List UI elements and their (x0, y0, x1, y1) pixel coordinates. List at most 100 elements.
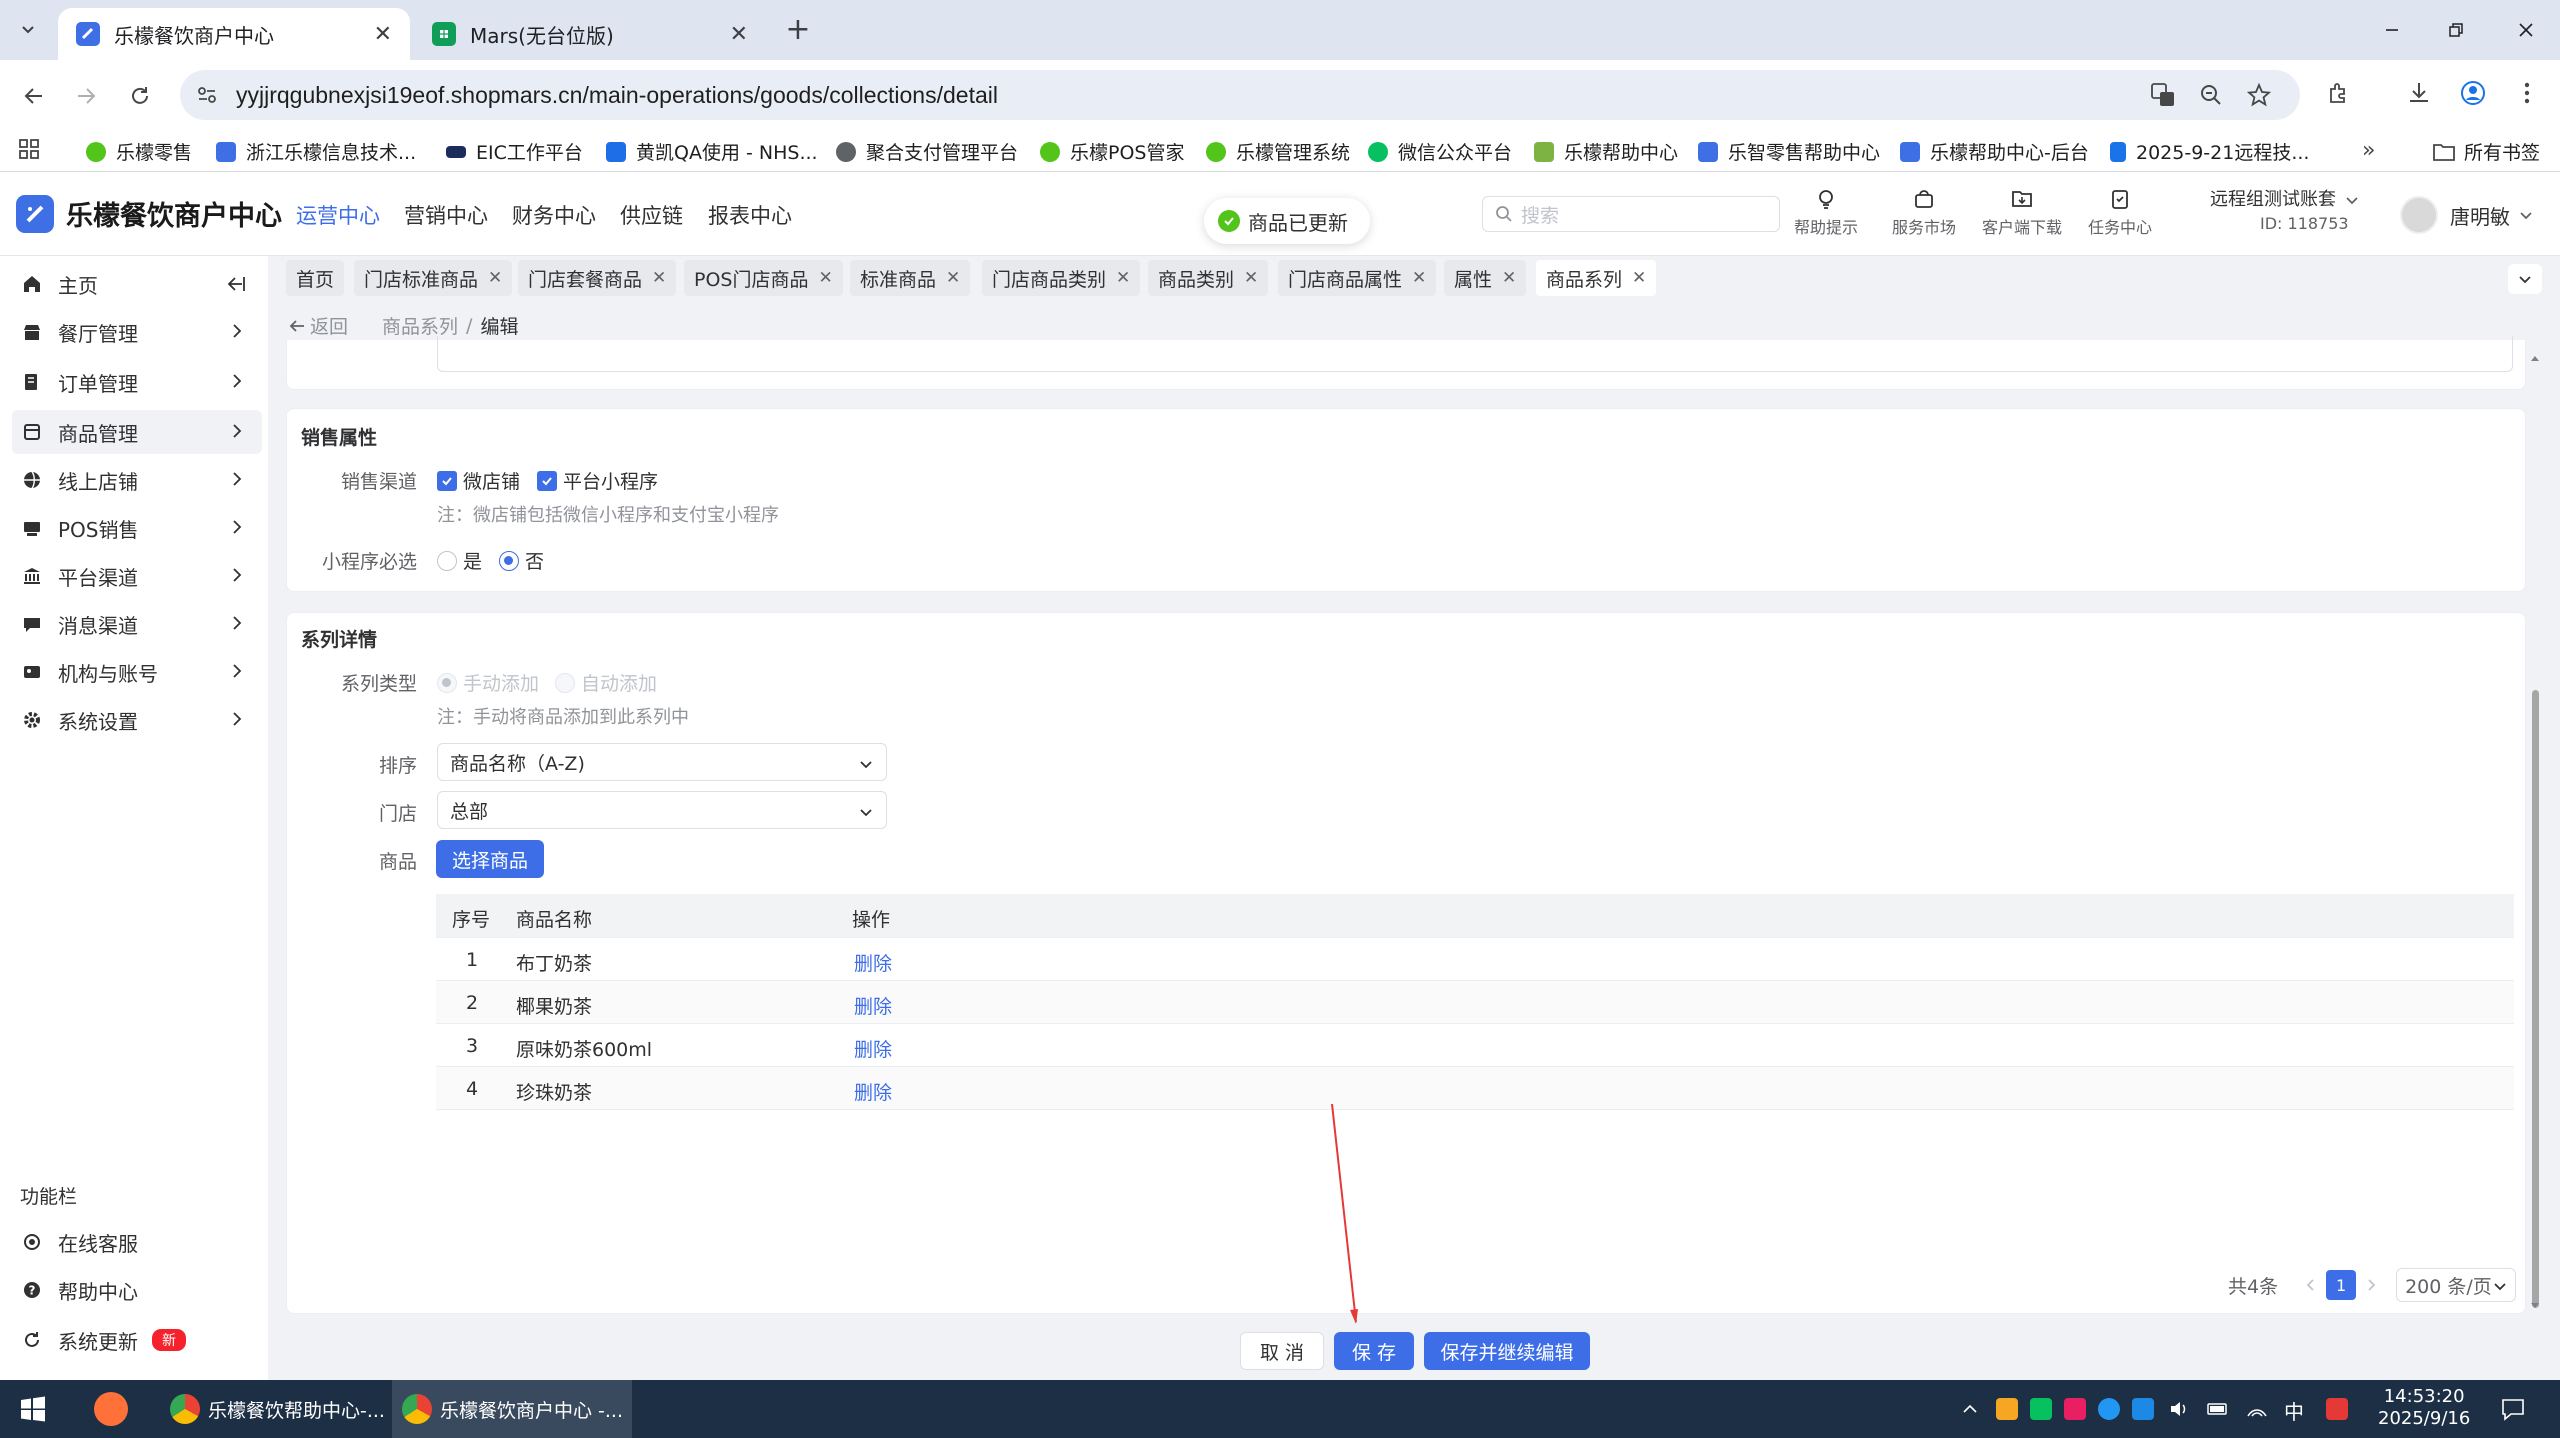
bookmark-item[interactable]: 微信公众平台 (1368, 138, 1512, 165)
windows-start-icon[interactable] (20, 1396, 46, 1422)
tab-standard-goods[interactable]: 标准商品 ✕ (850, 260, 971, 296)
sidebar-item-platform-channel[interactable]: 平台渠道 (12, 554, 262, 598)
sidebar-item-orders[interactable]: 订单管理 (12, 360, 262, 404)
all-bookmarks-folder[interactable]: 所有书签 (2432, 138, 2540, 165)
system-clock[interactable]: 14:53:20 2025/9/16 (2378, 1386, 2470, 1430)
channel-checkbox-miniprogram[interactable]: 平台小程序 (537, 467, 658, 494)
tab-store-standard-goods[interactable]: 门店标准商品 ✕ (354, 260, 513, 296)
close-icon[interactable]: ✕ (1412, 268, 1426, 288)
sidebar-item-settings[interactable]: 系统设置 (12, 698, 262, 742)
sidebar-item-online-store[interactable]: 线上店铺 (12, 458, 262, 502)
save-and-continue-button[interactable]: 保存并继续编辑 (1424, 1332, 1590, 1370)
next-page-button[interactable] (2356, 1270, 2386, 1300)
tab-attribute[interactable]: 属性 ✕ (1444, 260, 1527, 296)
more-bookmarks-icon[interactable]: » (2362, 138, 2375, 163)
sidebar-item-message-channel[interactable]: 消息渠道 (12, 602, 262, 646)
wifi-icon[interactable] (2246, 1398, 2268, 1420)
close-icon[interactable]: ✕ (1502, 268, 1516, 288)
save-button[interactable]: 保 存 (1334, 1332, 1414, 1370)
tray-app-icon[interactable] (1996, 1398, 2018, 1420)
close-tab-icon[interactable]: ✕ (374, 22, 392, 47)
zoom-icon[interactable] (2196, 80, 2226, 110)
bookmark-item[interactable]: 乐檬帮助中心-后台 (1900, 138, 2089, 165)
sogou-ime-icon[interactable] (2326, 1398, 2348, 1420)
page-number-button[interactable]: 1 (2326, 1270, 2357, 1300)
extensions-icon[interactable] (2324, 78, 2354, 108)
close-icon[interactable]: ✕ (488, 268, 502, 288)
bookmark-item[interactable]: 浙江乐檬信息技术... (216, 138, 416, 165)
firefox-icon[interactable] (94, 1392, 128, 1426)
address-bar[interactable]: yyjjrqgubnexjsi19eof.shopmars.cn/main-op… (180, 70, 2300, 120)
more-menu-icon[interactable] (2512, 78, 2542, 108)
user-menu[interactable]: 唐明敏 (2400, 196, 2534, 234)
taskbar-app-help-center[interactable]: 乐檬餐饮帮助中心-... (160, 1380, 388, 1438)
tab-goods-category[interactable]: 商品类别 ✕ (1148, 260, 1269, 296)
close-icon[interactable]: ✕ (1632, 268, 1646, 288)
scrollbar-thumb[interactable] (2532, 690, 2539, 1308)
prev-page-button[interactable] (2296, 1270, 2326, 1300)
bookmark-item[interactable]: 黄凯QA使用 - NHS... (606, 138, 818, 165)
tabs-more-button[interactable] (2508, 264, 2542, 294)
sidebar-item-help-center[interactable]: ? 帮助中心 (12, 1268, 262, 1312)
page-size-select[interactable]: 200 条/页 (2396, 1268, 2517, 1302)
taskbar-app-merchant-center[interactable]: 乐檬餐饮商户中心 -... (392, 1380, 632, 1438)
scroll-down-icon[interactable] (2530, 1302, 2540, 1310)
back-button[interactable] (14, 76, 54, 116)
browser-tab[interactable]: Mars(无台位版) ✕ (414, 8, 766, 60)
bookmark-item[interactable]: 乐檬管理系统 (1206, 138, 1350, 165)
delete-link[interactable]: 删除 (854, 1035, 892, 1062)
task-center-button[interactable]: 任务中心 (2088, 188, 2152, 238)
new-tab-button[interactable]: + (780, 12, 816, 47)
ime-indicator[interactable]: 中 (2284, 1396, 2304, 1425)
tab-store-combo-goods[interactable]: 门店套餐商品 ✕ (518, 260, 677, 296)
bookmark-item[interactable]: 乐智零售帮助中心 (1698, 138, 1880, 165)
reload-button[interactable] (120, 76, 160, 116)
channel-checkbox-weidianpu[interactable]: 微店铺 (437, 467, 520, 494)
delete-link[interactable]: 删除 (854, 949, 892, 976)
sidebar-item-goods[interactable]: 商品管理 (12, 410, 262, 454)
tab-store-goods-category[interactable]: 门店商品类别 ✕ (982, 260, 1141, 296)
bookmark-item[interactable]: 乐檬零售 (86, 138, 192, 165)
account-switcher[interactable]: 远程组测试账套 ID: 118753 (2210, 188, 2360, 236)
sidebar-item-restaurant[interactable]: 餐厅管理 (12, 310, 262, 354)
tab-home[interactable]: 首页 (286, 260, 345, 296)
cancel-button[interactable]: 取 消 (1240, 1332, 1324, 1370)
delete-link[interactable]: 删除 (854, 992, 892, 1019)
bookmark-item[interactable]: 聚合支付管理平台 (836, 138, 1018, 165)
sidebar-item-system-update[interactable]: 系统更新 新 (12, 1318, 262, 1362)
search-input[interactable]: 搜索 (1482, 196, 1780, 232)
restore-button[interactable] (2436, 14, 2476, 46)
tab-goods-series[interactable]: 商品系列 ✕ (1536, 260, 1657, 296)
text-field[interactable] (437, 336, 2513, 372)
tray-chevron-up-icon[interactable] (1962, 1404, 1978, 1414)
radio-required-no[interactable]: 否 (499, 547, 544, 574)
app-logo[interactable]: 乐檬餐饮商户中心 (16, 194, 282, 233)
sort-select[interactable]: 商品名称（A-Z) (437, 743, 887, 781)
site-info-icon[interactable] (196, 84, 218, 106)
tab-pos-store-goods[interactable]: POS门店商品 ✕ (684, 260, 843, 296)
service-market-button[interactable]: 服务市场 (1892, 188, 1956, 238)
back-link[interactable]: 返回 (288, 312, 348, 339)
sidebar-item-home[interactable]: 主页 (12, 262, 262, 306)
sidebar-item-online-service[interactable]: 在线客服 (12, 1220, 262, 1264)
close-icon[interactable]: ✕ (946, 268, 960, 288)
radio-required-yes[interactable]: 是 (437, 547, 482, 574)
scroll-up-icon[interactable] (2530, 354, 2540, 362)
profile-icon[interactable] (2458, 78, 2488, 108)
close-tab-icon[interactable]: ✕ (730, 22, 748, 47)
help-tips-button[interactable]: 帮助提示 (1794, 188, 1858, 238)
topnav-finance[interactable]: 财务中心 (512, 200, 596, 230)
bookmark-star-icon[interactable] (2244, 80, 2274, 110)
download-icon[interactable] (2404, 78, 2434, 108)
close-icon[interactable]: ✕ (1244, 268, 1258, 288)
notification-icon[interactable] (2500, 1396, 2526, 1422)
topnav-reports[interactable]: 报表中心 (708, 200, 792, 230)
close-icon[interactable]: ✕ (652, 268, 666, 288)
select-goods-button[interactable]: 选择商品 (436, 840, 545, 878)
apps-grid-icon[interactable] (18, 138, 40, 160)
bookmark-item[interactable]: EIC工作平台 (446, 138, 583, 165)
close-window-button[interactable] (2506, 14, 2546, 46)
tray-app-icon[interactable] (2064, 1398, 2086, 1420)
translate-icon[interactable] (2148, 80, 2178, 110)
close-icon[interactable]: ✕ (1116, 268, 1130, 288)
